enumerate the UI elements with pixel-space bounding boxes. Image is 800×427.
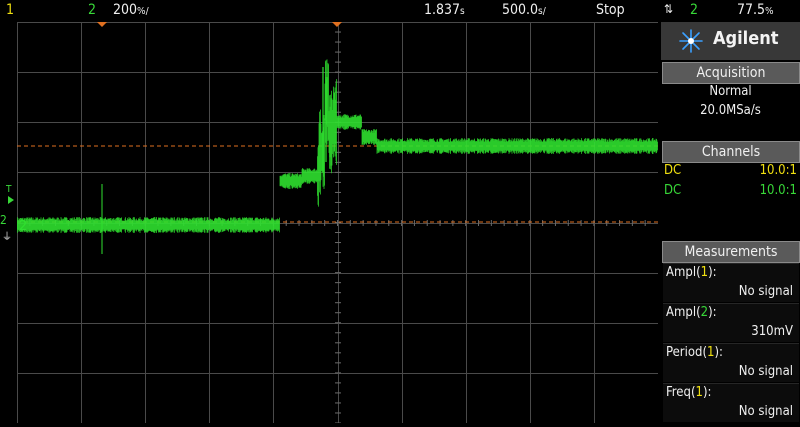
waveform-svg: 2 — [16, 21, 659, 424]
measurement-ampl-1[interactable]: Ampl(1): No signal — [663, 263, 799, 302]
channel-2-coupling[interactable]: DC — [664, 183, 681, 198]
measurement-value: No signal — [738, 404, 793, 419]
measurements-header[interactable]: Measurements — [662, 241, 800, 263]
measurement-ampl-2[interactable]: Ampl(2): 310mV — [663, 303, 799, 342]
ground-icon: ⏚ — [2, 232, 12, 243]
trigger-source[interactable]: 2 — [690, 2, 698, 18]
measurement-value: No signal — [738, 284, 793, 299]
channel-1-coupling[interactable]: DC — [664, 163, 681, 178]
waveform-display[interactable]: 2 — [16, 21, 659, 424]
trigger-position-marker — [332, 22, 342, 27]
trace-noise — [16, 59, 658, 233]
channel-2-probe[interactable]: 10.0:1 — [760, 183, 797, 198]
measurement-value: 310mV — [751, 324, 793, 339]
status-bar: 1 2 200%/ 1.837s 500.0s/ Stop ⇅ 2 77.5% — [0, 0, 800, 22]
trigger-level[interactable]: 77.5% — [737, 2, 774, 18]
measurement-freq-1[interactable]: Freq(1): No signal — [663, 383, 799, 422]
agilent-spark-icon — [679, 29, 703, 53]
channel-1-indicator[interactable]: 1 — [6, 2, 14, 18]
measurement-value: No signal — [738, 364, 793, 379]
side-panel: Agilent Acquisition Normal 20.0MSa/s Cha… — [661, 22, 800, 425]
acquisition-mode: Normal — [709, 84, 752, 99]
channel-2-trace-label: 2 — [19, 219, 27, 234]
channel-2-indicator[interactable]: 2 — [88, 2, 96, 18]
channel-markers: T 2 ⏚ — [0, 180, 17, 243]
acquisition-header[interactable]: Acquisition — [662, 62, 800, 84]
trigger-level-marker[interactable]: T — [6, 184, 12, 195]
channel-2-ground-marker[interactable]: 2 — [0, 213, 7, 227]
measurement-label: Ampl(2): — [666, 305, 717, 320]
brand-header: Agilent — [661, 22, 800, 60]
trigger-arrow-icon — [8, 196, 14, 204]
time-reference-marker — [97, 22, 107, 27]
time-delay[interactable]: 1.837s — [424, 2, 465, 18]
trigger-edge-icon: ⇅ — [664, 2, 674, 16]
measurement-label: Freq(1): — [666, 385, 712, 400]
channel-2-scale[interactable]: 200%/ — [113, 2, 149, 18]
time-scale[interactable]: 500.0s/ — [502, 2, 546, 18]
measurement-period-1[interactable]: Period(1): No signal — [663, 343, 799, 382]
measurement-label: Period(1): — [666, 345, 723, 360]
acquisition-sample-rate: 20.0MSa/s — [700, 103, 761, 118]
run-state[interactable]: Stop — [596, 2, 625, 18]
channel-1-probe[interactable]: 10.0:1 — [760, 163, 797, 178]
channels-header[interactable]: Channels — [662, 141, 800, 163]
measurement-label: Ampl(1): — [666, 265, 717, 280]
brand-name: Agilent — [713, 28, 779, 49]
